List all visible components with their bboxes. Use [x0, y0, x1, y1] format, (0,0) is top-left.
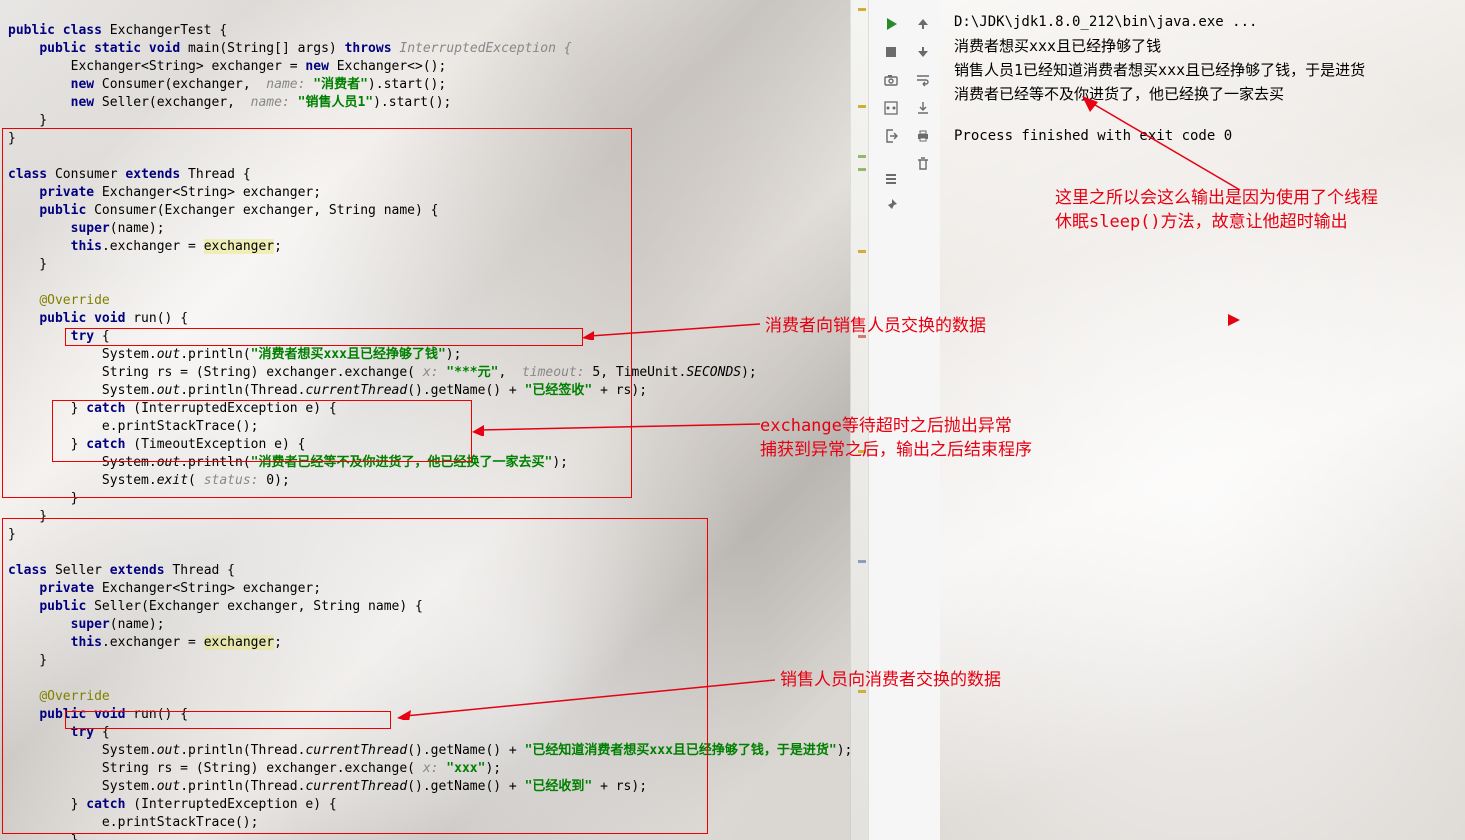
exit-icon[interactable] — [881, 126, 901, 146]
code-block: public class ExchangerTest { public stat… — [0, 0, 868, 840]
layout-icon[interactable] — [881, 98, 901, 118]
console-line: Process finished with exit code 0 — [954, 124, 1451, 148]
console-line: 消费者已经等不及你进货了，他已经换了一家去买 — [954, 82, 1451, 106]
code-editor[interactable]: public class ExchangerTest { public stat… — [0, 0, 868, 840]
up-arrow-icon[interactable] — [913, 14, 933, 34]
down-arrow-icon[interactable] — [913, 42, 933, 62]
scroll-to-end-icon[interactable] — [913, 98, 933, 118]
delete-icon[interactable] — [913, 154, 933, 174]
print-icon[interactable] — [913, 126, 933, 146]
run-icon[interactable] — [881, 14, 901, 34]
run-console[interactable]: D:\JDK\jdk1.8.0_212\bin\java.exe ... 消费者… — [940, 0, 1465, 840]
camera-icon[interactable] — [881, 70, 901, 90]
pin-icon[interactable] — [881, 196, 901, 216]
soft-wrap-icon[interactable] — [913, 70, 933, 90]
stop-icon[interactable] — [881, 42, 901, 62]
console-line: 消费者想买xxx且已经挣够了钱 — [954, 34, 1451, 58]
run-tool-toolbar — [868, 0, 940, 840]
console-line: 销售人员1已经知道消费者想买xxx且已经挣够了钱，于是进货 — [954, 58, 1451, 82]
trash-stack-icon[interactable] — [881, 168, 901, 188]
console-output: D:\JDK\jdk1.8.0_212\bin\java.exe ... 消费者… — [940, 0, 1465, 158]
console-line: D:\JDK\jdk1.8.0_212\bin\java.exe ... — [954, 10, 1451, 34]
editor-marker-gutter — [850, 0, 868, 840]
